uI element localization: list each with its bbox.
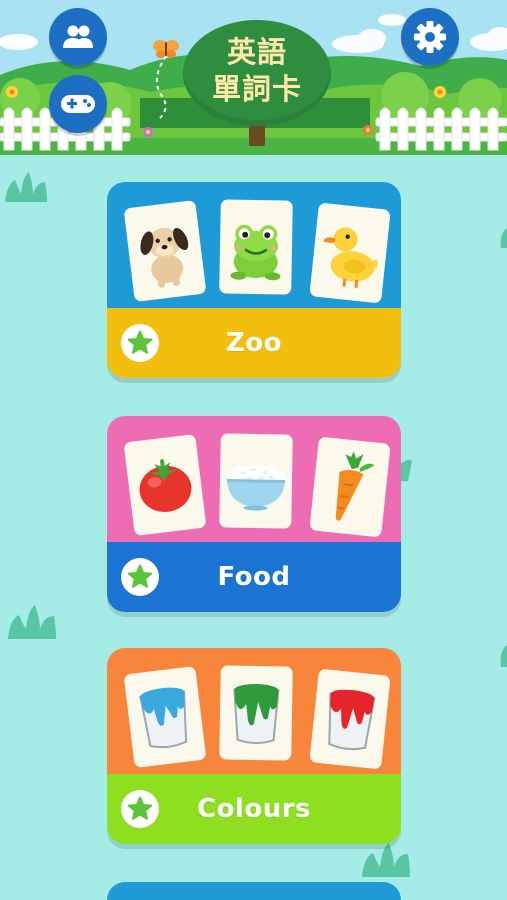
green-paint-bucket-icon [233,683,280,744]
duck-card [309,202,391,304]
users-icon [63,25,93,48]
green-paint-card [219,665,293,761]
app-title: 英語 單詞卡 [183,34,331,108]
category-card-food[interactable]: Food [107,416,401,612]
grass-tuft-decoration [500,228,507,248]
settings-button[interactable] [401,8,459,66]
carrot-card [309,436,391,538]
dog-icon [140,227,189,288]
header-scene: 英語 單詞卡 [0,0,507,155]
app-title-line-1: 英語 [226,35,287,69]
grass-tuft-decoration [500,645,507,667]
category-card-zoo[interactable]: Zoo [107,182,401,378]
gear-icon [414,21,446,53]
duck-icon [323,227,378,288]
category-label: Food [217,562,291,592]
category-label: Zoo [225,328,283,358]
rice-bowl-icon [226,464,286,511]
app-title-tree: 英語 單詞卡 [183,20,331,146]
tomato-card [123,433,207,537]
grass-tuft-decoration [8,605,56,639]
category-card-colours[interactable]: Colours [107,648,401,844]
blue-paint-bucket-icon [139,687,188,749]
red-paint-card [309,668,391,770]
dog-card [123,199,207,303]
frog-icon [230,224,281,281]
category-card-next[interactable] [107,882,401,900]
category-label: Colours [196,794,312,824]
gamepad-icon [61,95,95,113]
red-paint-bucket-icon [328,689,376,751]
grass-tuft-decoration [362,843,410,877]
grass-tuft-decoration [5,172,47,202]
users-button[interactable] [49,8,107,66]
frog-card [219,199,293,295]
tomato-icon [139,459,192,513]
app-title-line-2: 單詞卡 [211,72,302,106]
carrot-icon [335,451,375,521]
blue-paint-card [123,665,207,769]
rice-bowl-card [219,433,293,529]
game-button[interactable] [49,75,107,133]
